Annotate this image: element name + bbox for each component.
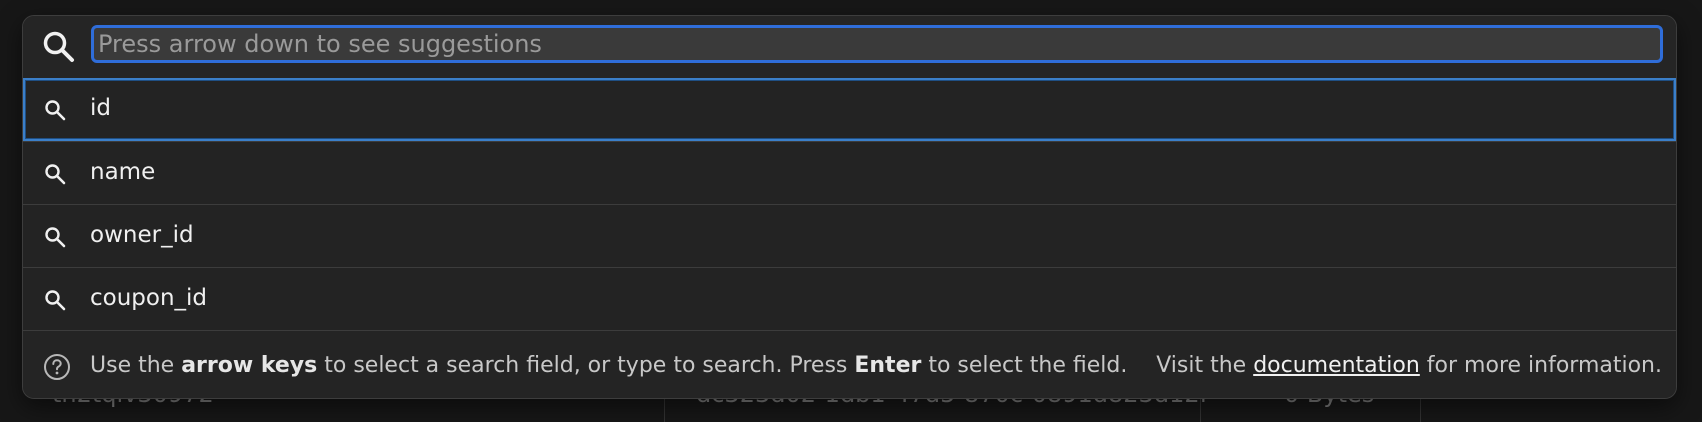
search-icon	[45, 290, 66, 311]
hint-prefix: Use the	[90, 353, 182, 378]
doc-suffix: for more information.	[1419, 353, 1662, 378]
search-bar	[23, 16, 1676, 78]
hint-enter-key: Enter	[854, 353, 922, 378]
search-input[interactable]	[91, 25, 1663, 63]
documentation-link[interactable]: documentation	[1253, 353, 1420, 378]
hint-suffix: to select the field.	[921, 353, 1128, 378]
suggestion-label: coupon_id	[90, 285, 208, 311]
suggestion-item-coupon-id[interactable]: coupon_id	[23, 267, 1676, 330]
search-icon	[45, 227, 66, 248]
search-icon	[43, 31, 74, 62]
help-circle-icon	[44, 354, 70, 380]
suggestion-item-owner-id[interactable]: owner_id	[23, 204, 1676, 267]
hint-arrow-keys: arrow keys	[181, 353, 318, 378]
suggestion-label: id	[90, 95, 111, 121]
suggestion-label: owner_id	[90, 222, 194, 248]
search-icon	[45, 164, 66, 185]
suggestion-label: name	[90, 159, 156, 185]
search-icon	[45, 100, 66, 121]
help-hint-text: Use the arrow keys to select a search fi…	[90, 353, 1127, 378]
documentation-text: Visit the documentation for more informa…	[1156, 353, 1662, 378]
search-suggestions-panel: id name owner_id coupon_id	[22, 15, 1677, 399]
suggestion-list: id name owner_id coupon_id	[23, 78, 1676, 330]
search-help-footer: Use the arrow keys to select a search fi…	[23, 330, 1676, 398]
suggestion-item-name[interactable]: name	[23, 141, 1676, 204]
hint-middle: to select a search field, or type to sea…	[317, 353, 855, 378]
doc-prefix: Visit the	[1156, 353, 1254, 378]
suggestion-item-id[interactable]: id	[23, 78, 1676, 141]
